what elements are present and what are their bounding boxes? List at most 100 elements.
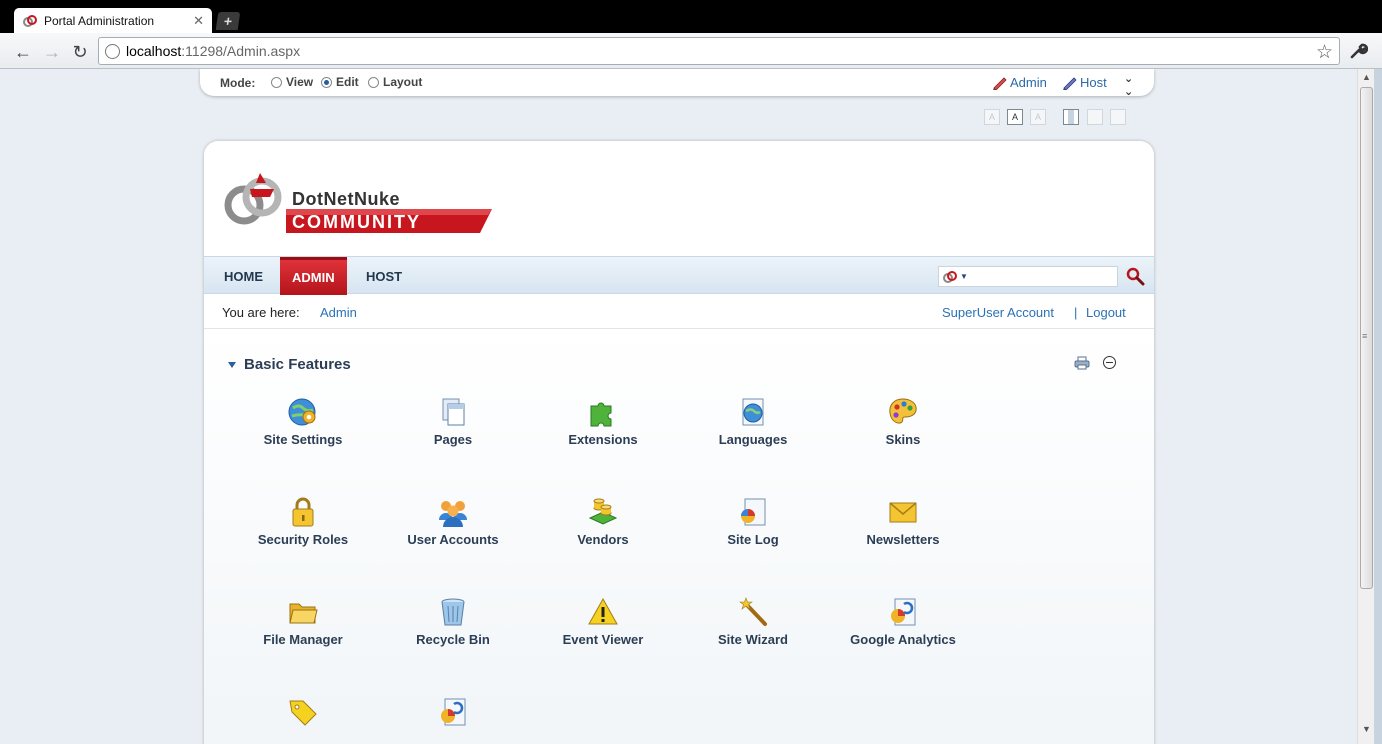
double-chevron-down-icon[interactable]: ⌄ ⌄ [1124, 72, 1133, 98]
new-tab-button[interactable]: + [215, 12, 241, 30]
console-item-label: Event Viewer [562, 632, 644, 647]
console-item-label: Newsletters [866, 532, 940, 547]
content-pane: Basic Features Site Settings Pages Exten… [204, 330, 1154, 744]
console-item-skins[interactable]: Skins [828, 396, 978, 466]
pencil-icon [993, 76, 1007, 90]
console-item-pages[interactable]: Pages [378, 396, 528, 466]
radio-checked-icon [321, 76, 332, 88]
mode-view-radio[interactable]: View [271, 75, 313, 89]
console-item-file-manager[interactable]: File Manager [228, 596, 378, 666]
scroll-up-arrow-icon[interactable]: ▲ [1362, 72, 1371, 82]
admin-link[interactable]: Admin [992, 75, 1047, 90]
module-title-text: Basic Features [244, 356, 351, 373]
search-magnifier-icon[interactable] [1125, 266, 1145, 286]
console-item-site-wizard[interactable]: Site Wizard [678, 596, 828, 666]
logout-link[interactable]: Logout [1086, 305, 1126, 320]
close-tab-icon[interactable]: ✕ [193, 13, 204, 29]
browser-tab[interactable]: Portal Administration ✕ [14, 8, 212, 33]
console-item-analytics-2[interactable] [378, 696, 528, 744]
font-size-large-button[interactable]: A [1030, 109, 1046, 125]
module-title[interactable]: Basic Features [228, 356, 351, 373]
font-size-medium-button[interactable]: A [1007, 109, 1023, 125]
width-full-button[interactable] [1110, 109, 1126, 125]
console-item-security-roles[interactable]: Security Roles [228, 496, 378, 566]
search-dropdown-caret-icon[interactable]: ▼ [960, 272, 968, 281]
width-medium-button[interactable] [1087, 109, 1103, 125]
users-icon [436, 496, 470, 528]
console-item-google-analytics[interactable]: Google Analytics [828, 596, 978, 666]
console-item-label: Site Log [727, 532, 779, 547]
vendors-icon [586, 496, 620, 528]
console-item-vendors[interactable]: Vendors [528, 496, 678, 566]
url-path: :11298/Admin.aspx [181, 43, 301, 59]
host-link[interactable]: Host [1062, 75, 1107, 90]
dotnetnuke-logo[interactable]: DotNetNuke COMMUNITY [222, 167, 492, 237]
minimize-module-icon[interactable] [1103, 356, 1116, 369]
vertical-scrollbar[interactable]: ▲ ≡ ▼ [1357, 69, 1374, 744]
menu-item-admin[interactable]: ADMIN [280, 257, 347, 295]
console-item-site-settings[interactable]: Site Settings [228, 396, 378, 466]
page-globe-icon [105, 43, 120, 59]
console-item-extensions[interactable]: Extensions [528, 396, 678, 466]
breadcrumb: You are here: Admin SuperUser Account | … [204, 295, 1154, 329]
main-menu-bar: HOME ADMIN HOST ▼ [204, 256, 1154, 295]
mode-edit-radio[interactable]: Edit [321, 75, 359, 89]
dnn-favicon-icon [22, 13, 38, 29]
console-item-label: Languages [718, 432, 788, 447]
collapse-triangle-icon [228, 361, 236, 368]
mode-edit-label: Edit [336, 75, 359, 89]
url-host: localhost [126, 43, 182, 59]
page-viewport: Mode: View Edit Layout Admin Host ⌄ ⌄ A A… [8, 69, 1357, 744]
menu-item-home[interactable]: HOME [212, 257, 275, 295]
console-item-event-viewer[interactable]: Event Viewer [528, 596, 678, 666]
print-icon[interactable] [1074, 356, 1090, 370]
tab-title: Portal Administration [44, 13, 155, 28]
svg-text:COMMUNITY: COMMUNITY [292, 212, 421, 232]
envelope-icon [886, 496, 920, 528]
console-item-site-log[interactable]: Site Log [678, 496, 828, 566]
width-narrow-button[interactable] [1063, 109, 1079, 125]
console-item-user-accounts[interactable]: User Accounts [378, 496, 528, 566]
control-panel: Mode: View Edit Layout Admin Host ⌄ ⌄ [200, 69, 1154, 98]
skin-container: DotNetNuke COMMUNITY HOME ADMIN HOST ▼ Y… [204, 141, 1154, 744]
dnn-logo-icon: DotNetNuke COMMUNITY [224, 173, 492, 233]
scroll-down-arrow-icon[interactable]: ▼ [1362, 724, 1371, 734]
radio-icon [271, 76, 282, 88]
menu-item-host[interactable]: HOST [354, 257, 414, 295]
recycle-bin-icon [436, 596, 470, 628]
console-item-label: Skins [885, 432, 921, 447]
user-account-link[interactable]: SuperUser Account [942, 305, 1054, 320]
address-bar[interactable]: localhost:11298/Admin.aspx ☆ [98, 37, 1340, 65]
admin-link-label: Admin [1010, 75, 1047, 90]
window-frame-edge [1374, 69, 1382, 744]
console-item-label: File Manager [263, 632, 343, 647]
console-item-label: Vendors [577, 532, 629, 547]
mode-layout-label: Layout [383, 75, 423, 89]
breadcrumb-label: You are here: [222, 305, 300, 320]
wrench-icon[interactable] [1348, 41, 1369, 61]
console-item-newsletters[interactable]: Newsletters [828, 496, 978, 566]
reload-icon[interactable]: ↻ [69, 41, 91, 63]
pencil-icon [1063, 76, 1077, 90]
bookmark-star-icon[interactable]: ☆ [1316, 41, 1333, 64]
pages-icon [436, 396, 470, 428]
analytics-icon [886, 596, 920, 628]
console-item-languages[interactable]: Languages [678, 396, 828, 466]
search-input[interactable]: ▼ [938, 266, 1118, 287]
back-arrow-icon[interactable]: ← [12, 41, 34, 63]
languages-icon [736, 396, 770, 428]
svg-text:DotNetNuke: DotNetNuke [292, 189, 400, 209]
breadcrumb-link-admin[interactable]: Admin [320, 305, 357, 320]
folder-icon [286, 596, 320, 628]
console-item-label: Security Roles [257, 532, 349, 547]
mode-view-label: View [286, 75, 314, 89]
forward-arrow-icon[interactable]: → [41, 41, 63, 63]
console-item-recycle-bin[interactable]: Recycle Bin [378, 596, 528, 666]
warning-icon [586, 596, 620, 628]
console-item-tag[interactable] [228, 696, 378, 744]
mode-layout-radio[interactable]: Layout [368, 75, 422, 89]
font-size-small-button[interactable]: A [984, 109, 1000, 125]
dnn-search-logo-icon [943, 270, 957, 283]
radio-icon [368, 76, 379, 88]
user-links-separator: | [1074, 305, 1078, 320]
